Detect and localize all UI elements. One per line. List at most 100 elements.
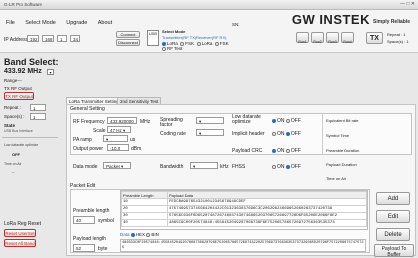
output-power-label: Output power — [73, 146, 104, 152]
bandwidth-select[interactable]: ▾ — [190, 162, 218, 169]
payload-to-buffer-button[interactable]: Payload To Buffer — [374, 244, 414, 258]
fhss-toggle[interactable]: ON OFF — [272, 164, 301, 170]
mode-rx-fsk[interactable]: FSK — [214, 41, 229, 46]
select-mode-group: Select Mode Transmitter(RF TX) Receiver(… — [162, 29, 230, 51]
select-mode-title: Select Mode — [162, 29, 186, 34]
payload-crc-label: Payload CRC — [232, 148, 263, 154]
quick-repeat-value[interactable]: 1 — [403, 32, 405, 37]
tab-lora-transmitter[interactable]: LoRa Transmitter Setting — [66, 97, 122, 104]
add-button[interactable]: Add — [376, 192, 410, 205]
rf-frequency-field[interactable]: 433.920000 — [107, 117, 137, 124]
spreading-factor-select[interactable]: ▾ — [196, 117, 224, 124]
data-mode-select[interactable]: Packet ▾ — [103, 162, 131, 169]
reset-all-band-button[interactable]: Reset All Band — [4, 239, 36, 247]
table-row[interactable]: 30 57656C636F6D65207487267460374307468652… — [121, 212, 367, 220]
general-setting-title: General Setting — [70, 106, 105, 112]
coding-rate-select[interactable]: ▾ — [196, 129, 224, 136]
title-bar: G-LR Pro Software — □ ✕ — [0, 0, 418, 10]
ldo-toggle[interactable]: ON OFF — [272, 118, 301, 124]
data-format-group: Data HEX BIN — [120, 232, 159, 237]
payload-length-label: Payload length — [73, 236, 107, 242]
mode-rf-test[interactable]: RF Test — [162, 46, 182, 51]
payload-length-field[interactable]: 52 — [73, 244, 95, 252]
edit-button[interactable]: Edit — [376, 210, 410, 223]
sidebar-divider — [2, 137, 58, 138]
preamble-length-field[interactable]: 40 — [73, 216, 95, 224]
payload-data-textarea[interactable]: 4865D3C0F20574846:4558452049207068736620… — [120, 239, 366, 252]
tx-rf-output-label: TX RF Output — [4, 86, 32, 91]
ip-octet-3[interactable]: 1 — [57, 35, 67, 42]
pa-ramp-select[interactable]: ▾ — [103, 135, 128, 142]
rf-frequency-label: RF Frequency — [73, 119, 105, 125]
scale-select[interactable]: 47 Hz ▾ — [107, 126, 131, 133]
run3-button[interactable]: Run3 — [326, 32, 339, 44]
time-on-air-side-value: -- — [12, 169, 15, 174]
time-on-air-side-label: Time on Air — [4, 162, 22, 166]
equivalent-bitrate-label: Equivalent Bit rate — [326, 118, 359, 123]
bandwidth-label: Bandwidth — [160, 164, 184, 170]
run1-button[interactable]: Run1 — [296, 32, 309, 44]
band-dropdown-icon[interactable]: ▾ — [47, 69, 54, 75]
tab-sensitivity-test[interactable]: 2nd Sensitivity Test — [117, 97, 162, 104]
window-controls[interactable]: — □ ✕ — [400, 1, 415, 7]
ip-octet-2[interactable]: 168 — [42, 35, 54, 42]
menu-about[interactable]: About — [98, 20, 112, 26]
side-space-field[interactable]: 1 — [30, 113, 46, 120]
bandwidth-unit: kHz — [220, 164, 229, 170]
format-bin-radio[interactable]: BIN — [146, 232, 159, 237]
delete-button[interactable]: Delete — [376, 228, 410, 241]
quick-space-value[interactable]: 1 — [406, 39, 408, 44]
run2-button[interactable]: Run2 — [311, 32, 324, 44]
reg-reset-label: LoRa Reg Reset — [4, 221, 41, 227]
table-row[interactable]: 40 4865C9C00F20574846:4558452049207068736… — [121, 219, 367, 227]
menu-upgrade[interactable]: Upgrade — [66, 20, 87, 26]
ldo-side-value: OFF — [12, 152, 20, 157]
data-mode-label: Data mode — [73, 164, 98, 170]
tx-button[interactable]: TX — [366, 32, 383, 44]
general-divider — [322, 113, 323, 155]
time-on-air-label: Time on Air — [326, 176, 347, 181]
data-format-label: Data — [120, 232, 130, 237]
table-row[interactable]: 20 4757469573745664204422C0132363037696C3… — [121, 205, 367, 213]
payload-crc-toggle[interactable]: ON OFF — [272, 148, 301, 154]
menu-file[interactable]: File — [6, 20, 15, 26]
mode-rx-lora[interactable]: LoRa — [196, 41, 212, 46]
symbol-time-label: Symbol Time — [326, 133, 350, 138]
run-group: Run1 Run2 Run3 Run4 — [296, 28, 362, 48]
rx-group-label: Receiver(RF RX) — [196, 35, 227, 40]
usb-icon[interactable]: USB — [147, 30, 159, 46]
scale-label: Scale — [93, 128, 106, 134]
serial-number-label: SN: — [232, 22, 240, 27]
tx-rf-output-button[interactable]: TX RF Output — [4, 92, 34, 100]
menu-bar: File Select Mode Upgrade About — [6, 20, 121, 26]
ip-octet-4[interactable]: 34 — [70, 35, 80, 42]
table-header-preamble: Preamble Length — [121, 191, 168, 199]
band-frequency[interactable]: 433.92 MHz — [4, 68, 44, 76]
range-label: Range— — [4, 78, 22, 83]
ldo-label: Low datarate optimize — [232, 114, 261, 125]
reset-userset-button[interactable]: Reset UserSet — [4, 229, 36, 237]
pa-ramp-unit: us — [130, 137, 136, 143]
brand-tagline: Simply Reliable — [373, 19, 410, 25]
table-row[interactable]: 10 FEDCBA9876543210012345678949CDEF — [121, 198, 367, 206]
side-repeat-label: Repeat : — [4, 105, 22, 110]
brand-logo: GW INSTEK — [291, 12, 370, 27]
connect-button[interactable]: Connect — [116, 31, 140, 38]
side-repeat-field[interactable]: 1 — [30, 104, 46, 111]
disconnect-button[interactable]: Disconnect — [116, 39, 140, 46]
preamble-length-unit: symbol — [98, 218, 114, 224]
state-label: State — [4, 123, 16, 128]
implicit-header-toggle[interactable]: ON OFF — [272, 131, 301, 137]
run4-button[interactable]: Run4 — [341, 32, 354, 44]
table-header-payload: Payload Data — [167, 191, 367, 199]
window-title: G-LR Pro Software — [4, 2, 43, 7]
menu-select-mode[interactable]: Select Mode — [25, 20, 56, 26]
ip-octet-1[interactable]: 192 — [27, 35, 39, 42]
format-hex-radio[interactable]: HEX — [130, 232, 145, 237]
implicit-header-label: Implicit header — [232, 131, 265, 137]
band-select-title: Band Select: — [4, 57, 59, 67]
side-space-label: Space(s) : — [4, 114, 25, 119]
output-power-unit: dBm — [131, 146, 142, 152]
payload-duration-label: Payload Duration — [326, 162, 357, 167]
output-power-field[interactable]: -10.0 — [107, 144, 129, 151]
